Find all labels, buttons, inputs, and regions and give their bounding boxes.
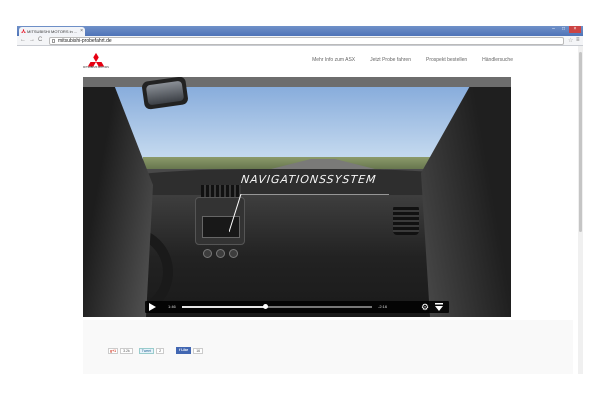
video-player[interactable]: NAVIGATIONSSYSTEM 1:46 -2:16 ⚙ xyxy=(83,77,511,317)
browser-tab[interactable]: MITSUBISHI MOTORS in ... × xyxy=(19,27,85,36)
callout-pointer-line xyxy=(229,194,389,233)
right-air-vent xyxy=(393,205,419,235)
facebook-like-count: 16 xyxy=(193,347,204,354)
minimize-icon[interactable]: – xyxy=(549,26,558,33)
gplus-button[interactable]: g+1 xyxy=(108,347,119,354)
bookmark-star-icon[interactable]: ☆ xyxy=(568,37,573,44)
seek-bar-fill xyxy=(182,306,266,308)
address-bar[interactable]: mitsubishi-probefahrt.de xyxy=(49,37,564,45)
tab-close-icon[interactable]: × xyxy=(80,27,83,36)
mitsubishi-logo-icon[interactable] xyxy=(85,51,107,73)
knob xyxy=(229,249,238,258)
gear-icon[interactable]: ⚙ xyxy=(421,302,429,312)
facebook-like-button[interactable]: f Like xyxy=(176,347,192,354)
time-elapsed: 1:46 xyxy=(168,304,176,309)
nav-item-prospekt[interactable]: Prospekt bestellen xyxy=(426,57,467,63)
facebook-widget: f Like 16 xyxy=(176,347,204,354)
browser-toolbar: ← → C mitsubishi-probefahrt.de ☆ ≡ xyxy=(17,36,583,46)
maximize-icon[interactable]: □ xyxy=(559,26,568,33)
main-nav: Mehr Info zum ASX Jetzt Probe fahren Pro… xyxy=(297,57,513,63)
tweet-widget: Tweet 2 xyxy=(138,347,165,354)
download-icon[interactable] xyxy=(435,303,443,311)
page-scrollbar[interactable] xyxy=(578,46,583,374)
tab-title: MITSUBISHI MOTORS in ... xyxy=(27,29,78,34)
back-arrow-icon[interactable]: ← xyxy=(20,37,26,43)
seek-bar[interactable] xyxy=(182,304,372,309)
title-bar: MITSUBISHI MOTORS in ... × – □ × xyxy=(17,26,583,36)
tweet-count: 2 xyxy=(156,347,165,354)
site-header: MITSUBISHI MOTORS Mehr Info zum ASX Jetz… xyxy=(83,46,513,76)
knob xyxy=(203,249,212,258)
time-remaining: -2:16 xyxy=(378,304,388,309)
nav-item-probefahrt[interactable]: Jetzt Probe fahren xyxy=(370,57,411,63)
reload-icon[interactable]: C xyxy=(38,37,42,43)
nav-item-haendlersuche[interactable]: Händlersuche xyxy=(482,57,513,63)
window-controls: – □ × xyxy=(548,26,581,34)
mitsubishi-favicon-icon xyxy=(21,29,26,33)
browser-window: MITSUBISHI MOTORS in ... × – □ × ← → C m… xyxy=(17,26,583,374)
url-text: mitsubishi-probefahrt.de xyxy=(58,38,112,44)
social-buttons: g+1 3.2k Tweet 2 f Like 16 xyxy=(108,347,204,354)
mirror-glass xyxy=(145,80,185,106)
window-close-icon[interactable]: × xyxy=(569,26,581,33)
gplus-count: 3.2k xyxy=(120,347,133,354)
knob xyxy=(216,249,225,258)
play-icon[interactable] xyxy=(149,303,156,311)
logo-wordmark: MITSUBISHI MOTORS xyxy=(83,66,109,69)
gplus-widget: g+1 3.2k xyxy=(108,347,133,354)
menu-icon[interactable]: ≡ xyxy=(576,37,580,43)
facebook-like-label: Like xyxy=(181,348,189,352)
nav-item-info[interactable]: Mehr Info zum ASX xyxy=(312,57,355,63)
seek-handle[interactable] xyxy=(263,304,269,309)
callout-label: NAVIGATIONSSYSTEM xyxy=(240,173,378,186)
forward-arrow-icon[interactable]: → xyxy=(29,37,35,43)
tweet-button[interactable]: Tweet xyxy=(138,347,155,354)
video-controls: 1:46 -2:16 ⚙ xyxy=(145,301,449,313)
page-icon xyxy=(52,39,55,43)
scrollbar-thumb[interactable] xyxy=(579,52,582,232)
page-viewport: MITSUBISHI MOTORS Mehr Info zum ASX Jetz… xyxy=(17,46,583,374)
